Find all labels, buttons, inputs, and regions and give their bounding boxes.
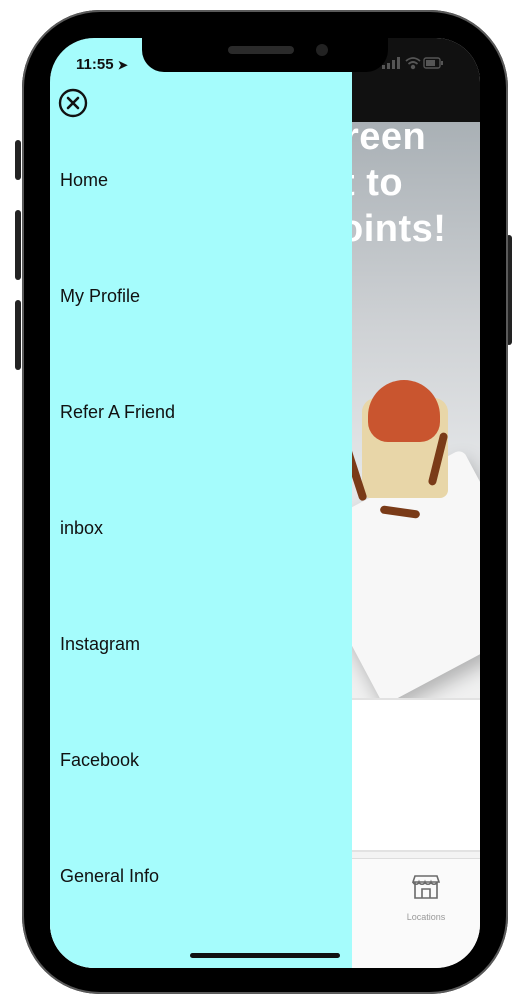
notch <box>142 38 388 72</box>
signal-icon <box>382 57 400 69</box>
storefront-icon[interactable] <box>411 874 441 900</box>
front-camera <box>316 44 328 56</box>
battery-icon <box>423 57 443 69</box>
dessert-topping-image <box>368 380 440 442</box>
hero-text-line-3: oints! <box>340 208 447 250</box>
volume-up-button <box>15 210 21 280</box>
menu-item-instagram[interactable]: Instagram <box>60 632 320 656</box>
volume-down-button <box>15 300 21 370</box>
tab-locations-label[interactable]: Locations <box>390 912 462 922</box>
screen: reen t to oints! ’ Locations Home My Pro… <box>50 38 480 968</box>
navigation-drawer: Home My Profile Refer A Friend inbox Ins… <box>50 38 352 968</box>
location-arrow-icon: ➤ <box>117 58 128 72</box>
menu-item-refer-a-friend[interactable]: Refer A Friend <box>60 400 320 424</box>
hero-text-line-1: reen <box>344 116 427 158</box>
speaker-grille <box>228 46 294 54</box>
menu-item-facebook[interactable]: Facebook <box>60 748 320 772</box>
status-icons <box>382 56 444 70</box>
menu-item-my-profile[interactable]: My Profile <box>60 284 320 308</box>
home-indicator[interactable] <box>190 953 340 958</box>
status-time-text: 11:55 <box>76 56 114 73</box>
close-icon[interactable] <box>58 88 88 118</box>
menu-item-home[interactable]: Home <box>60 168 320 192</box>
wifi-icon <box>405 57 421 70</box>
menu-item-inbox[interactable]: inbox <box>60 516 320 540</box>
mute-switch <box>15 140 21 180</box>
status-time: 11:55 ➤ <box>76 56 128 73</box>
menu-item-general-info[interactable]: General Info <box>60 864 320 888</box>
